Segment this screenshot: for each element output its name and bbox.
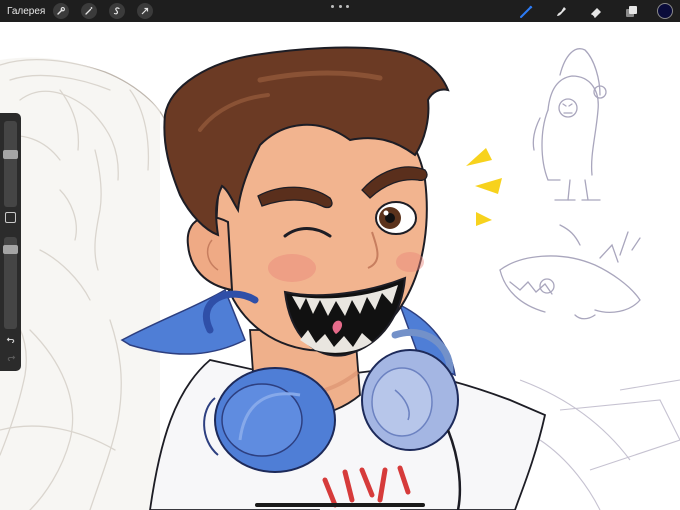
smudge-tool[interactable] xyxy=(552,2,570,20)
dot-icon xyxy=(346,4,349,8)
right-toolset xyxy=(517,0,680,22)
dot-icon xyxy=(331,4,334,8)
layers-icon xyxy=(625,5,637,17)
drawing-canvas[interactable] xyxy=(0,22,680,510)
opacity-thumb[interactable] xyxy=(3,245,18,254)
home-indicator[interactable] xyxy=(255,503,425,507)
brush-size-slider[interactable] xyxy=(3,121,18,207)
brush-icon xyxy=(519,5,532,18)
brush-size-thumb[interactable] xyxy=(3,150,18,159)
brush-tool[interactable] xyxy=(517,2,535,20)
actions-wrench-button[interactable] xyxy=(53,3,70,19)
layers-tool[interactable] xyxy=(622,2,640,20)
left-sidebar xyxy=(0,113,21,371)
gallery-button[interactable]: Галерея xyxy=(7,6,45,17)
dot-icon xyxy=(338,4,342,8)
undo-icon xyxy=(6,337,14,344)
magic-wand-icon xyxy=(85,7,93,15)
top-toolbar: Галерея xyxy=(0,0,680,22)
redo-button[interactable] xyxy=(4,352,17,364)
selection-icon xyxy=(114,7,120,15)
adjustments-button[interactable] xyxy=(81,3,98,19)
eraser-tool[interactable] xyxy=(587,2,605,20)
smudge-icon xyxy=(556,6,566,16)
transform-arrow-icon xyxy=(141,7,149,15)
color-picker-swatch[interactable] xyxy=(657,3,673,19)
selection-button[interactable] xyxy=(109,3,126,19)
transform-button[interactable] xyxy=(137,3,154,19)
modify-button[interactable] xyxy=(5,212,16,223)
opacity-slider[interactable] xyxy=(3,237,18,329)
undo-button[interactable] xyxy=(4,334,17,346)
artwork-illustration xyxy=(0,22,680,510)
more-options-handle[interactable] xyxy=(331,3,349,9)
redo-icon xyxy=(7,355,15,362)
wrench-icon xyxy=(57,7,66,15)
eraser-icon xyxy=(590,7,601,18)
